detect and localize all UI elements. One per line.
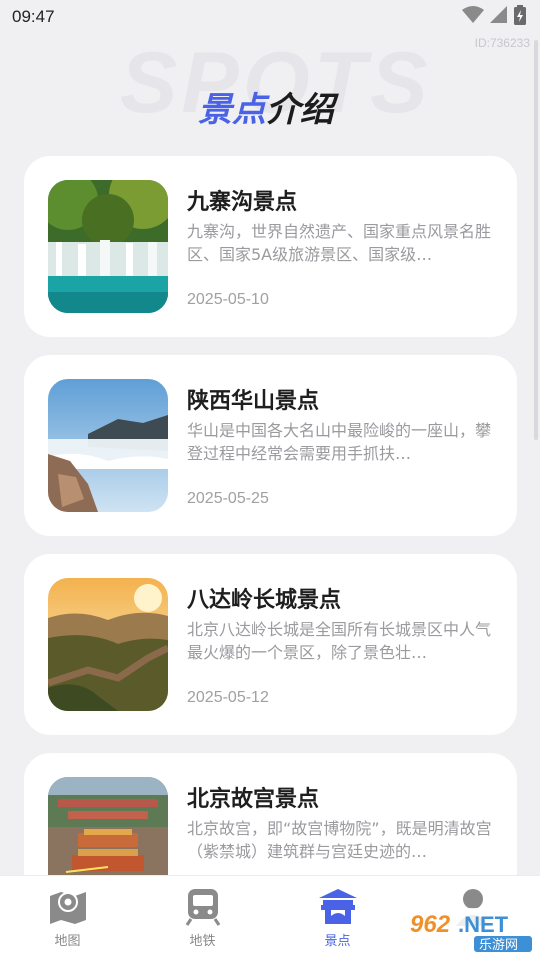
spot-card-jiuzhaigou[interactable]: 九寨沟景点 九寨沟，世界自然遗产、国家重点风景名胜区、国家5A级旅游景区、国家级… (24, 156, 517, 337)
tab-label: 地图 (54, 934, 81, 949)
spot-title: 北京故宫景点 (187, 787, 320, 812)
spot-card-huashan[interactable]: 陕西华山景点 华山是中国各大名山中最险峻的一座山，攀登过程中经常会需要用手抓扶…… (24, 355, 517, 536)
spot-date: 2025-05-12 (187, 689, 269, 706)
spot-date: 2025-05-25 (187, 490, 269, 507)
svg-text:962: 962 (410, 911, 451, 938)
spot-description: 九寨沟，世界自然遗产、国家重点风景名胜区、国家5A级旅游景区、国家级… (187, 222, 492, 264)
signal-icon (490, 6, 508, 28)
tab-subway[interactable]: 地铁 (135, 876, 270, 960)
spot-list: 九寨沟景点 九寨沟，世界自然遗产、国家重点风景名胜区、国家5A级旅游景区、国家级… (24, 156, 517, 952)
pavilion-icon (317, 884, 359, 928)
spot-date: 2025-05-10 (187, 291, 269, 308)
tab-map[interactable]: 地图 (0, 876, 135, 960)
watermark-id: ID:736233 (474, 36, 530, 50)
svg-text:乐游网: 乐游网 (479, 938, 518, 953)
page-title: 景点介绍 (198, 82, 334, 131)
status-icons (462, 5, 526, 29)
spot-title: 陕西华山景点 (187, 389, 320, 414)
status-bar: 09:47 (0, 0, 540, 34)
subway-icon (183, 884, 223, 928)
status-time: 09:47 (12, 7, 55, 26)
wifi-icon (462, 6, 484, 28)
spot-image-jiuzhaigou (48, 180, 168, 313)
site-logo: 962 .NET 乐游网 (402, 906, 534, 954)
spot-image-huashan (48, 379, 168, 512)
spot-description: 北京故宫，即“故宫博物院”，既是明清故宫（紫禁城）建筑群与宫廷史迹的… (187, 819, 492, 861)
svg-text:.NET: .NET (458, 912, 509, 937)
spot-description: 北京八达岭长城是全国所有长城景区中人气最火爆的一个景区，除了景色壮… (187, 620, 492, 662)
spot-title: 九寨沟景点 (187, 190, 298, 215)
tab-label: 地铁 (189, 934, 216, 949)
spot-card-badaling[interactable]: 八达岭长城景点 北京八达岭长城是全国所有长城景区中人气最火爆的一个景区，除了景色… (24, 554, 517, 735)
spot-description: 华山是中国各大名山中最险峻的一座山，攀登过程中经常会需要用手抓扶… (187, 421, 492, 463)
page-title-accent: 景点 (198, 90, 266, 130)
map-icon (48, 884, 88, 928)
spot-image-badaling (48, 578, 168, 711)
battery-icon (514, 5, 526, 29)
tab-spots[interactable]: 景点 (270, 876, 405, 960)
scrollbar[interactable] (534, 40, 538, 440)
page-title-rest: 介绍 (266, 90, 334, 130)
spot-title: 八达岭长城景点 (187, 588, 342, 613)
tab-label: 景点 (324, 934, 351, 949)
